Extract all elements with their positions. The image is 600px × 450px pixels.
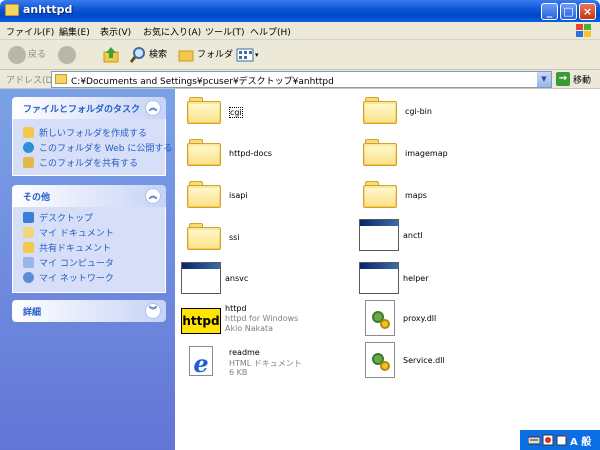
go-arrow-icon[interactable]: → bbox=[556, 72, 570, 86]
details-panel: 詳細 ︾ bbox=[12, 300, 166, 322]
maximize-button[interactable]: □ bbox=[560, 3, 577, 20]
globe-icon bbox=[23, 142, 34, 153]
system-tray: A 般 bbox=[520, 430, 600, 450]
share-folder-icon bbox=[23, 157, 34, 168]
folders-icon bbox=[178, 50, 194, 62]
title-bar[interactable]: anhttpd _ □ × bbox=[0, 0, 600, 22]
address-label: アドレス(D) bbox=[6, 76, 56, 86]
details-panel-header[interactable]: 詳細 ︾ bbox=[12, 300, 166, 322]
menu-tools[interactable]: ツール(T) bbox=[205, 25, 245, 38]
search-icon bbox=[129, 47, 145, 63]
chevron-down-icon: ▾ bbox=[255, 51, 259, 59]
new-folder-icon bbox=[23, 127, 34, 138]
folder-icon bbox=[185, 221, 223, 251]
other-panel-title: その他 bbox=[23, 193, 51, 203]
folder-icon bbox=[361, 179, 399, 209]
address-field[interactable]: C:¥Documents and Settings¥pcuser¥デスクトップ¥… bbox=[51, 71, 552, 88]
file-company: Akio Nakata bbox=[225, 324, 274, 333]
up-folder-button[interactable] bbox=[102, 45, 122, 65]
application-icon bbox=[181, 262, 221, 294]
views-icon bbox=[236, 48, 254, 62]
dll-gear-icon bbox=[365, 300, 395, 336]
folder-icon bbox=[55, 74, 67, 84]
file-readme[interactable]: e readme HTML ドキュメント 6 KB bbox=[185, 346, 385, 396]
my-documents-icon bbox=[23, 227, 34, 238]
collapse-chevron-icon[interactable]: ︽ bbox=[145, 188, 161, 204]
menu-favorites[interactable]: お気に入り(A) bbox=[143, 25, 201, 38]
tasks-panel-body: 新しいフォルダを作成する このフォルダを Web に公開する このフォルダを共有… bbox=[12, 119, 172, 176]
file-size: 6 KB bbox=[229, 368, 248, 377]
file-view: cgi cgi-bin httpd-docs imagemap isapi ma… bbox=[175, 89, 600, 430]
other-panel-body: デスクトップ マイ ドキュメント 共有ドキュメント マイ コンピュータ マイ ネ… bbox=[12, 207, 166, 293]
menu-help[interactable]: ヘルプ(H) bbox=[250, 25, 291, 38]
shared-documents-icon bbox=[23, 242, 34, 253]
back-button[interactable]: 戻る bbox=[8, 45, 50, 65]
search-button[interactable]: 検索 bbox=[129, 45, 171, 65]
toolbar: 戻る 検索 フォルダ ▾ bbox=[0, 40, 600, 70]
folder-icon bbox=[185, 137, 223, 167]
collapse-chevron-icon[interactable]: ︽ bbox=[145, 100, 161, 116]
menu-edit[interactable]: 編集(E) bbox=[59, 25, 90, 38]
go-button[interactable]: 移動 bbox=[573, 73, 591, 86]
desktop-icon bbox=[23, 212, 34, 223]
folders-button[interactable]: フォルダ bbox=[177, 45, 233, 65]
back-arrow-icon bbox=[8, 46, 26, 64]
keyboard-icon[interactable] bbox=[528, 434, 540, 446]
address-bar: アドレス(D) C:¥Documents and Settings¥pcuser… bbox=[0, 70, 600, 89]
other-places-panel: その他 ︽ デスクトップ マイ ドキュメント 共有ドキュメント マイ コンピュー… bbox=[12, 185, 166, 293]
folder-icon bbox=[5, 4, 19, 16]
tasks-panel: ファイルとフォルダのタスク ︽ 新しいフォルダを作成する このフォルダを Web… bbox=[12, 97, 172, 176]
application-icon bbox=[359, 219, 399, 251]
expand-chevron-icon[interactable]: ︾ bbox=[145, 303, 161, 319]
task-pane: ファイルとフォルダのタスク ︽ 新しいフォルダを作成する このフォルダを Web… bbox=[0, 89, 175, 450]
folder-icon bbox=[361, 137, 399, 167]
tasks-panel-title: ファイルとフォルダのタスク bbox=[23, 105, 141, 115]
menu-file[interactable]: ファイル(F) bbox=[6, 25, 54, 38]
help-icon[interactable] bbox=[556, 434, 568, 446]
file-description: httpd for Windows bbox=[225, 314, 299, 323]
close-button[interactable]: × bbox=[579, 3, 596, 20]
other-panel-header[interactable]: その他 ︽ bbox=[12, 185, 166, 207]
details-panel-title: 詳細 bbox=[23, 308, 42, 318]
ime-pad-icon[interactable] bbox=[542, 434, 554, 446]
address-dropdown-button[interactable]: ▼ bbox=[537, 72, 551, 87]
internet-explorer-icon: e bbox=[185, 346, 217, 378]
explorer-window: anhttpd _ □ × ファイル(F) 編集(E) 表示(V) お気に入り(… bbox=[0, 0, 600, 450]
minimize-button[interactable]: _ bbox=[541, 3, 558, 20]
dll-gear-icon bbox=[365, 342, 395, 378]
network-icon bbox=[23, 272, 34, 283]
menu-bar: ファイル(F) 編集(E) 表示(V) お気に入り(A) ツール(T) ヘルプ(… bbox=[0, 22, 600, 40]
forward-arrow-icon bbox=[58, 46, 76, 64]
my-computer-icon bbox=[23, 257, 34, 268]
tasks-panel-header[interactable]: ファイルとフォルダのタスク ︽ bbox=[12, 97, 166, 119]
httpd-app-icon: httpd bbox=[181, 308, 221, 334]
folder-icon bbox=[185, 95, 223, 125]
menu-view[interactable]: 表示(V) bbox=[100, 25, 131, 38]
address-path: C:¥Documents and Settings¥pcuser¥デスクトップ¥… bbox=[71, 77, 334, 87]
views-button[interactable]: ▾ bbox=[236, 45, 262, 65]
file-service-dll[interactable]: Service.dll bbox=[365, 342, 565, 392]
folder-icon bbox=[185, 179, 223, 209]
application-icon bbox=[359, 262, 399, 294]
folder-icon bbox=[361, 95, 399, 125]
windows-logo-icon bbox=[576, 24, 591, 37]
up-folder-icon bbox=[103, 47, 119, 63]
forward-button[interactable] bbox=[58, 45, 80, 65]
window-title: anhttpd bbox=[23, 3, 73, 16]
ime-indicator[interactable]: A 般 bbox=[570, 433, 591, 448]
